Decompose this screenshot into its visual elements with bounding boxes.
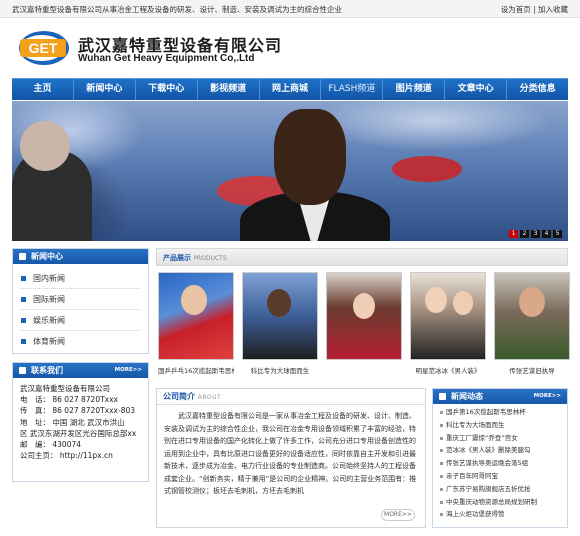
news-link[interactable]: 亲子百年阿哥阿宝 (439, 470, 561, 483)
nav-video[interactable]: 影视频道 (198, 79, 260, 100)
news-center-box: 新闻中心 国内新闻 国际新闻 娱乐新闻 体育新闻 (12, 248, 149, 354)
news-updates-list: 国乒第16次揽起斯韦思林杯 科比专为大场面而生 重庆工厂震惊“乔登”宫女 范冰冰… (433, 404, 567, 523)
top-bar: 武汉嘉特重型设备有限公司从事冶金工程及设备的研发、设计、制造、安装及调试为主的综… (0, 0, 580, 18)
nav-articles[interactable]: 文章中心 (445, 79, 508, 100)
sponsor-logo (392, 156, 462, 182)
banner-page-2[interactable]: 2 (520, 230, 529, 238)
header-bullet-icon (19, 253, 26, 260)
banner-slideshow[interactable]: 1 2 3 4 5 (12, 101, 568, 241)
square-bullet-icon (21, 276, 26, 281)
add-favorite-link[interactable]: 加入收藏 (538, 5, 568, 14)
contact-line: 传 真： 86 027 8720Txxx-803 (20, 406, 136, 416)
news-updates-header: 新闻动态 MORE>> (433, 389, 567, 404)
banner-person-head (274, 109, 346, 205)
product-caption: 传张艺谋旧执导 (509, 367, 555, 375)
contact-line: 地 址： 中国 湖北 武汉市洪山 (20, 417, 125, 427)
news-link[interactable]: 国乒第16次揽起斯韦思林杯 (439, 406, 561, 419)
news-link[interactable]: 科比专为大场面而生 (439, 419, 561, 432)
product-card[interactable] (326, 272, 402, 378)
news-category-label: 体育新闻 (33, 337, 65, 346)
banner-page-3[interactable]: 3 (531, 230, 540, 238)
about-more-button[interactable]: MORE>> (381, 509, 415, 521)
contact-line: 邮 编： 430074 (20, 440, 82, 450)
products-header: 产品展示 PRODUCTS (156, 248, 568, 266)
news-category-item[interactable]: 娱乐新闻 (21, 310, 140, 331)
news-link[interactable]: 重庆工厂震惊“乔登”宫女 (439, 432, 561, 445)
set-home-link[interactable]: 设为首页 (501, 5, 531, 14)
square-bullet-icon (21, 318, 26, 323)
contact-header: 联系我们 MORE>> (13, 363, 148, 378)
news-category-list: 国内新闻 国际新闻 娱乐新闻 体育新闻 (13, 264, 148, 356)
contact-line: 公司主页： http://11px.cn (20, 451, 113, 461)
about-subtitle: ABOUT (197, 394, 222, 401)
news-center-header: 新闻中心 (13, 249, 148, 264)
news-category-label: 娱乐新闻 (33, 316, 65, 325)
nav-classifieds[interactable]: 分类信息 (507, 79, 568, 100)
product-image (158, 272, 234, 360)
banner-page-1[interactable]: 1 (509, 230, 518, 238)
news-link[interactable]: 范冰冰《男人装》删除美腿勾 (439, 444, 561, 457)
banner-page-5[interactable]: 5 (553, 230, 562, 238)
products-subtitle: PRODUCTS (193, 255, 227, 262)
square-bullet-icon (21, 339, 26, 344)
contact-info: 武汉嘉特重型设备有限公司 电 话： 86 027 8720Txxx 传 真： 8… (13, 378, 148, 466)
banner-person-left-head (20, 121, 70, 171)
product-card[interactable]: 传张艺谋旧执导 (494, 272, 570, 378)
news-category-label: 国内新闻 (33, 274, 65, 283)
nav-home[interactable]: 主页 (12, 79, 74, 100)
nav-shop[interactable]: 网上商城 (260, 79, 322, 100)
link-separator: | (530, 5, 538, 14)
about-box: 公司简介 ABOUT 武汉嘉特重型设备有限公司是一家从事冶金工程及设备的研发、设… (156, 388, 426, 528)
contact-title: 联系我们 (31, 366, 63, 375)
news-category-item[interactable]: 体育新闻 (21, 331, 140, 352)
main-nav: 主页 新闻中心 下载中心 影视频道 网上商城 FLASH频道 图片频道 文章中心… (12, 78, 568, 100)
nav-pictures[interactable]: 图片频道 (383, 79, 446, 100)
contact-more-link[interactable]: MORE>> (115, 363, 142, 378)
contact-line: 武汉嘉特重型设备有限公司 (20, 384, 110, 393)
product-image (326, 272, 402, 360)
company-logo[interactable]: GET (18, 29, 70, 67)
logo-text: GET (29, 40, 58, 56)
product-image (242, 272, 318, 360)
about-text: 武汉嘉特重型设备有限公司是一家从事冶金工程及设备的研发、设计、制造、安装及调试为… (164, 412, 417, 495)
banner-page-4[interactable]: 4 (542, 230, 551, 238)
product-caption: 科比专为大球面而生 (250, 367, 310, 375)
news-category-item[interactable]: 国际新闻 (21, 289, 140, 310)
product-image (494, 272, 570, 360)
square-bullet-icon (21, 297, 26, 302)
news-updates-box: 新闻动态 MORE>> 国乒第16次揽起斯韦思林杯 科比专为大场面而生 重庆工厂… (432, 388, 568, 528)
product-caption: 明星范冰冰《男人装》 (415, 367, 481, 375)
news-link[interactable]: 中央重庆动物资源总局规划研制 (439, 496, 561, 509)
header-bullet-icon (19, 367, 26, 374)
nav-news[interactable]: 新闻中心 (74, 79, 136, 100)
contact-line: 区 武汉东湖开发区光谷国际总部xx (20, 428, 137, 438)
contact-line: 电 话： 86 027 8720Txxx (20, 395, 118, 405)
product-caption: 国乒乒乓16次揽起斯韦思林 (158, 367, 234, 375)
nav-flash[interactable]: FLASH频道 (321, 79, 384, 100)
banner-pager: 1 2 3 4 5 (509, 230, 562, 238)
header-bullet-icon (439, 393, 446, 400)
top-links: 设为首页 | 加入收藏 (501, 4, 568, 15)
news-updates-title: 新闻动态 (451, 392, 483, 401)
news-link[interactable]: 传张艺谋执导奥运晚会落5组 (439, 457, 561, 470)
news-link[interactable]: 海上火炬功堡获得赞 (439, 508, 561, 521)
news-category-label: 国际新闻 (33, 295, 65, 304)
product-image (410, 272, 486, 360)
product-card[interactable]: 国乒乒乓16次揽起斯韦思林 (158, 272, 234, 378)
about-title: 公司简介 (163, 392, 195, 401)
news-category-item[interactable]: 国内新闻 (21, 268, 140, 289)
contact-box: 联系我们 MORE>> 武汉嘉特重型设备有限公司 电 话： 86 027 872… (12, 362, 149, 482)
news-updates-more-link[interactable]: MORE>> (534, 389, 561, 404)
product-gallery: 国乒乒乓16次揽起斯韦思林 科比专为大球面而生 明星范冰冰《男人装》 传张艺谋旧… (156, 272, 570, 378)
company-name-en: Wuhan Get Heavy Equipment Co,.Ltd (78, 53, 255, 64)
news-center-title: 新闻中心 (31, 252, 63, 261)
site-tagline: 武汉嘉特重型设备有限公司从事冶金工程及设备的研发、设计、制造、安装及调试为主的综… (12, 5, 342, 14)
nav-download[interactable]: 下载中心 (136, 79, 198, 100)
product-card[interactable]: 科比专为大球面而生 (242, 272, 318, 378)
products-title: 产品展示 (163, 254, 191, 262)
product-card[interactable]: 明星范冰冰《男人装》 (410, 272, 486, 378)
news-link[interactable]: 广东苏宁易购旗舰店五折优抢 (439, 483, 561, 496)
about-header: 公司简介 ABOUT (157, 389, 425, 405)
